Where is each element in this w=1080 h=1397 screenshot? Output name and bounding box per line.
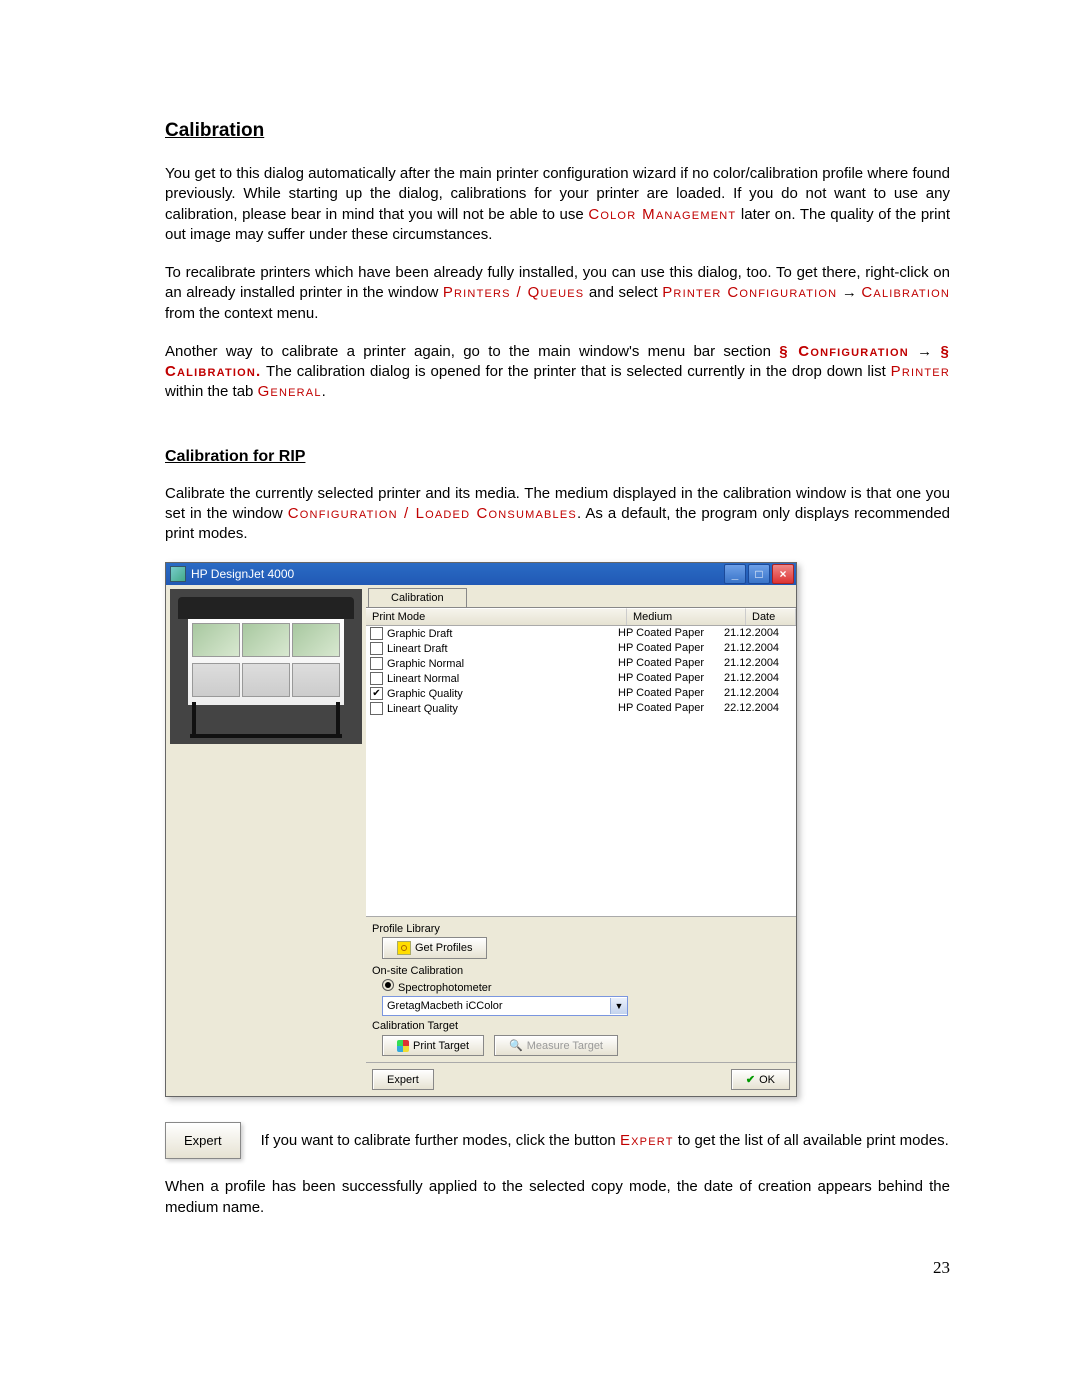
get-profiles-button[interactable]: Get Profiles — [382, 937, 487, 959]
print-mode-label: Graphic Normal — [387, 658, 464, 670]
ok-label: OK — [759, 1074, 775, 1086]
print-target-button[interactable]: Print Target — [382, 1035, 484, 1056]
list-header: Print Mode Medium Date — [366, 608, 796, 626]
column-print-mode[interactable]: Print Mode — [366, 608, 627, 625]
date-cell: 21.12.2004 — [724, 672, 796, 685]
checkbox[interactable] — [370, 657, 383, 670]
medium-cell: HP Coated Paper — [618, 657, 724, 670]
print-mode-label: Lineart Draft — [387, 643, 448, 655]
table-row[interactable]: Lineart Draft HP Coated Paper21.12.2004 — [366, 641, 796, 656]
window-titlebar: HP DesignJet 4000 _ □ × — [166, 563, 796, 585]
close-button[interactable]: × — [772, 564, 794, 584]
date-cell: 21.12.2004 — [724, 687, 796, 700]
spectrophotometer-dropdown[interactable]: GretagMacbeth iCColor ▼ — [382, 996, 628, 1016]
arrow-icon: → — [837, 284, 861, 301]
arrow-icon: → — [909, 343, 941, 360]
para-3: Another way to calibrate a printer again… — [165, 342, 950, 403]
text: . — [322, 383, 326, 400]
print-mode-list[interactable]: Graphic DraftHP Coated Paper21.12.2004Li… — [366, 626, 796, 916]
label-onsite-calibration: On-site Calibration — [372, 965, 790, 977]
page-number: 23 — [165, 1258, 950, 1278]
ok-button[interactable]: ✔ OK — [731, 1069, 790, 1090]
label-spectrophotometer: Spectrophotometer — [398, 982, 492, 994]
uc-config-consumables: Configuration / Loaded Consumables — [288, 505, 577, 522]
uc-printers-queues: Printers / Queues — [443, 284, 585, 301]
medium-cell: HP Coated Paper — [618, 627, 724, 640]
date-cell: 22.12.2004 — [724, 702, 796, 715]
get-profiles-icon — [397, 941, 411, 955]
para-4: Calibrate the currently selected printer… — [165, 484, 950, 545]
radio-spectrophotometer[interactable] — [382, 979, 394, 991]
date-cell: 21.12.2004 — [724, 657, 796, 670]
get-profiles-label: Get Profiles — [415, 942, 472, 954]
maximize-button[interactable]: □ — [748, 564, 770, 584]
print-target-label: Print Target — [413, 1040, 469, 1052]
uc-configuration: § Configuration — [779, 343, 909, 360]
medium-cell: HP Coated Paper — [618, 687, 724, 700]
uc-color-management: Color Management — [588, 206, 736, 223]
text: from the context menu. — [165, 305, 318, 322]
date-cell: 21.12.2004 — [724, 627, 796, 640]
para-2: To recalibrate printers which have been … — [165, 263, 950, 324]
uc-printer-config: Printer Configuration — [662, 284, 837, 301]
expert-button-callout[interactable]: Expert — [165, 1122, 241, 1159]
table-row[interactable]: Lineart Quality HP Coated Paper22.12.2004 — [366, 701, 796, 716]
table-row[interactable]: Lineart Normal HP Coated Paper21.12.2004 — [366, 671, 796, 686]
print-mode-label: Graphic Quality — [387, 688, 463, 700]
expert-button[interactable]: Expert — [372, 1069, 434, 1090]
print-target-icon — [397, 1040, 409, 1052]
checkbox[interactable] — [370, 642, 383, 655]
para-5: When a profile has been successfully app… — [165, 1177, 950, 1218]
window-title: HP DesignJet 4000 — [191, 567, 294, 581]
text: to get the list of all available print m… — [674, 1132, 949, 1149]
chevron-down-icon: ▼ — [610, 998, 627, 1014]
text: within the tab — [165, 383, 258, 400]
dropdown-value: GretagMacbeth iCColor — [387, 1000, 503, 1012]
minimize-button[interactable]: _ — [724, 564, 746, 584]
text: If you want to calibrate further modes, … — [261, 1132, 620, 1149]
checkbox[interactable] — [370, 672, 383, 685]
check-icon: ✔ — [746, 1073, 755, 1086]
tab-bar: Calibration — [366, 585, 796, 608]
printer-image — [166, 585, 366, 750]
checkbox[interactable] — [370, 702, 383, 715]
column-medium[interactable]: Medium — [627, 608, 746, 625]
table-row[interactable]: Graphic Normal HP Coated Paper21.12.2004 — [366, 656, 796, 671]
print-mode-label: Graphic Draft — [387, 628, 452, 640]
uc-general: General — [258, 383, 322, 400]
calibration-window: HP DesignJet 4000 _ □ × Calibration Prin… — [165, 562, 797, 1097]
app-icon — [170, 566, 186, 582]
uc-calibration: Calibration — [861, 284, 950, 301]
table-row[interactable]: ✔ Graphic Quality HP Coated Paper21.12.200… — [366, 686, 796, 701]
heading-calibration-rip: Calibration for RIP — [165, 448, 950, 466]
print-mode-label: Lineart Normal — [387, 673, 459, 685]
uc-expert: Expert — [620, 1132, 674, 1149]
callout-text: If you want to calibrate further modes, … — [261, 1131, 949, 1151]
text: The calibration dialog is opened for the… — [261, 363, 890, 380]
label-profile-library: Profile Library — [372, 923, 790, 935]
measure-target-label: Measure Target — [527, 1040, 603, 1052]
text: Another way to calibrate a printer again… — [165, 343, 779, 360]
medium-cell: HP Coated Paper — [618, 672, 724, 685]
print-mode-label: Lineart Quality — [387, 703, 458, 715]
column-date[interactable]: Date — [746, 608, 796, 625]
heading-calibration: Calibration — [165, 120, 950, 142]
medium-cell: HP Coated Paper — [618, 642, 724, 655]
medium-cell: HP Coated Paper — [618, 702, 724, 715]
date-cell: 21.12.2004 — [724, 642, 796, 655]
measure-target-icon: 🔍 — [509, 1039, 523, 1052]
para-1: You get to this dialog automatically aft… — [165, 164, 950, 245]
tab-calibration[interactable]: Calibration — [368, 588, 467, 607]
checkbox[interactable]: ✔ — [370, 687, 383, 700]
table-row[interactable]: Graphic Draft HP Coated Paper21.12.2004 — [366, 626, 796, 641]
measure-target-button[interactable]: 🔍 Measure Target — [494, 1035, 618, 1056]
text: and select — [584, 284, 662, 301]
uc-printer: Printer — [891, 363, 950, 380]
label-calibration-target: Calibration Target — [372, 1020, 790, 1032]
checkbox[interactable] — [370, 627, 383, 640]
